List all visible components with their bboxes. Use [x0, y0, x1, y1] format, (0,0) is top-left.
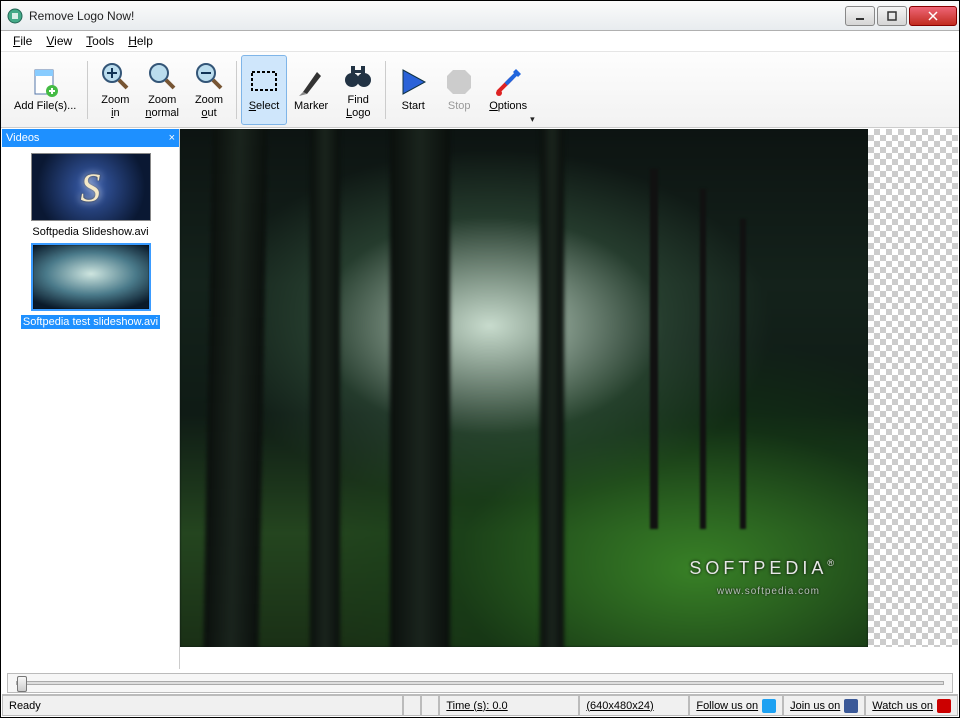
video-thumbnail — [31, 243, 151, 311]
zoom-normal-button[interactable]: Zoomnormal — [138, 55, 186, 125]
menu-view[interactable]: View — [40, 32, 78, 50]
status-follow[interactable]: Follow us on — [689, 695, 783, 716]
sidebar-panel: Videos × Softpedia Slideshow.avi Softped… — [2, 129, 180, 669]
sidebar-title: Videos — [6, 132, 39, 144]
status-dimensions: (640x480x24) — [579, 695, 689, 716]
add-files-button[interactable]: Add File(s)... — [7, 55, 83, 125]
toolbar-label: Zoomin — [101, 94, 129, 118]
status-watch[interactable]: Watch us on — [865, 695, 958, 716]
toolbar-label: Add File(s)... — [14, 100, 76, 112]
toolbar: Add File(s)... Zoomin Zoomnormal Zoomout… — [1, 52, 959, 128]
sidebar-body: Softpedia Slideshow.avi Softpedia test s… — [2, 147, 179, 669]
maximize-button[interactable] — [877, 6, 907, 26]
facebook-icon — [844, 699, 858, 713]
youtube-icon — [937, 699, 951, 713]
options-button[interactable]: Options — [482, 55, 534, 125]
video-list-item[interactable]: Softpedia test slideshow.avi — [6, 243, 175, 329]
selection-icon — [248, 66, 280, 98]
twitter-icon — [762, 699, 776, 713]
video-list-item[interactable]: Softpedia Slideshow.avi — [6, 153, 175, 239]
menu-tools[interactable]: Tools — [80, 32, 120, 50]
toolbar-overflow[interactable]: ▾ — [530, 114, 540, 125]
stop-icon — [443, 66, 475, 98]
zoom-normal-icon — [146, 60, 178, 92]
watermark-text: SOFTPEDIA® — [689, 558, 838, 579]
toolbar-label: Stop — [448, 100, 471, 112]
slider-thumb[interactable] — [17, 676, 27, 692]
toolbar-label: Zoomout — [195, 94, 223, 118]
transparent-area — [868, 129, 958, 647]
menu-file[interactable]: File — [7, 32, 38, 50]
toolbar-label: Start — [402, 100, 425, 112]
status-time: Time (s): 0.0 — [439, 695, 579, 716]
sidebar-header: Videos × — [2, 129, 179, 147]
stop-button: Stop — [436, 55, 482, 125]
separator — [385, 61, 386, 119]
separator — [87, 61, 88, 119]
toolbar-label: Zoomnormal — [145, 94, 179, 118]
video-label: Softpedia Slideshow.avi — [30, 225, 150, 239]
play-icon — [397, 66, 429, 98]
timeline-slider[interactable] — [7, 673, 953, 693]
content-area: Videos × Softpedia Slideshow.avi Softped… — [2, 129, 958, 669]
window-title: Remove Logo Now! — [29, 9, 843, 23]
video-thumbnail — [31, 153, 151, 221]
toolbar-label: Marker — [294, 100, 328, 112]
app-icon — [7, 8, 23, 24]
minimize-button[interactable] — [845, 6, 875, 26]
watermark-url: www.softpedia.com — [717, 586, 820, 597]
page-plus-icon — [29, 66, 61, 98]
zoom-out-icon — [193, 60, 225, 92]
binoculars-icon — [342, 60, 374, 92]
start-button[interactable]: Start — [390, 55, 436, 125]
slider-track[interactable] — [16, 681, 944, 685]
status-gap2 — [421, 695, 439, 716]
toolbar-label: Select — [249, 100, 280, 112]
menubar: File View Tools Help — [1, 31, 959, 52]
sidebar-close-icon[interactable]: × — [169, 132, 175, 144]
separator — [236, 61, 237, 119]
status-join[interactable]: Join us on — [783, 695, 865, 716]
toolbar-label: Options — [489, 100, 527, 112]
video-label: Softpedia test slideshow.avi — [21, 315, 160, 329]
select-tool-button[interactable]: Select — [241, 55, 287, 125]
zoom-in-icon — [99, 60, 131, 92]
status-ready: Ready — [2, 695, 403, 716]
find-logo-button[interactable]: FindLogo — [335, 55, 381, 125]
zoom-in-button[interactable]: Zoomin — [92, 55, 138, 125]
preview-viewer: SOFTPEDIA® www.softpedia.com — [180, 129, 958, 669]
zoom-out-button[interactable]: Zoomout — [186, 55, 232, 125]
titlebar: Remove Logo Now! — [1, 1, 959, 31]
close-button[interactable] — [909, 6, 957, 26]
toolbar-label: FindLogo — [346, 94, 370, 118]
marker-icon — [295, 66, 327, 98]
status-gap1 — [403, 695, 421, 716]
tools-icon — [492, 66, 524, 98]
video-preview[interactable]: SOFTPEDIA® www.softpedia.com — [180, 129, 868, 647]
statusbar: Ready Time (s): 0.0 (640x480x24) Follow … — [2, 694, 958, 716]
menu-help[interactable]: Help — [122, 32, 159, 50]
marker-tool-button[interactable]: Marker — [287, 55, 335, 125]
